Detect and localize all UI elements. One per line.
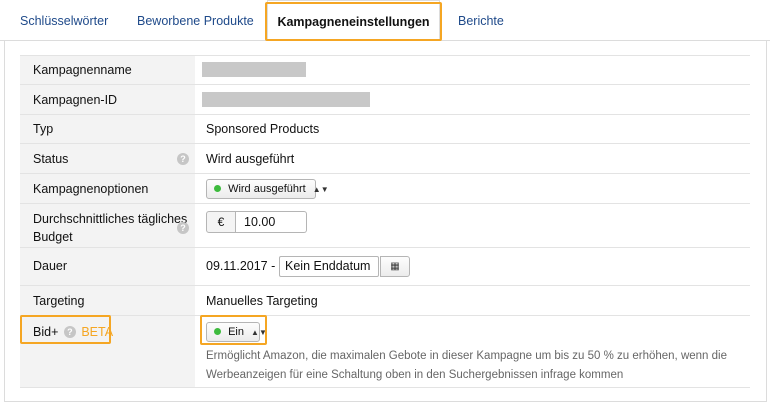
green-dot-icon <box>214 327 221 335</box>
targeting-label: Targeting <box>33 294 85 308</box>
tab-reports[interactable]: Berichte <box>458 0 504 41</box>
row-type: Typ Sponsored Products <box>20 114 750 143</box>
tab-keywords[interactable]: Schlüsselwörter <box>20 0 108 41</box>
campaign-status-select-value: Wird ausgeführt <box>228 183 306 195</box>
table-bottom-border <box>20 387 750 388</box>
currency-prefix: € <box>206 211 236 233</box>
campaign-id-label: Kampagnen-ID <box>33 93 118 107</box>
campaign-status-select[interactable]: Wird ausgeführt ▲▼ <box>206 179 329 199</box>
row-campaign-id: Kampagnen-ID <box>20 84 750 114</box>
calendar-button[interactable]: ▦ <box>380 256 410 277</box>
tab-campaign-settings[interactable]: Kampagneneinstellungen <box>267 0 440 42</box>
campaign-id-redacted <box>202 92 370 107</box>
type-label: Typ <box>33 122 54 136</box>
end-date-input[interactable]: Kein Enddatum <box>279 256 379 277</box>
status-label: Status <box>33 152 69 166</box>
budget-label-line2: Budget <box>33 230 73 244</box>
bid-plus-description-line1: Ermöglicht Amazon, die maximalen Gebote … <box>206 350 727 362</box>
bid-plus-select[interactable]: Ein ▲▼ <box>206 322 267 342</box>
targeting-value: Manuelles Targeting <box>206 294 318 308</box>
bid-plus-description-line2: Werbeanzeigen für eine Schaltung oben in… <box>206 369 624 381</box>
budget-label-line1: Durchschnittliches tägliches <box>33 212 188 226</box>
row-campaign-name: Kampagnenname <box>20 55 750 84</box>
select-arrows-icon: ▲▼ <box>251 328 267 337</box>
daily-budget-input[interactable]: 10.00 <box>236 211 307 233</box>
row-targeting: Targeting Manuelles Targeting <box>20 285 750 315</box>
select-arrows-icon: ▲▼ <box>312 185 329 194</box>
calendar-icon: ▦ <box>390 261 400 272</box>
row-campaign-options: Kampagnenoptionen Wird ausgeführt ▲▼ <box>20 173 750 203</box>
row-status: Status ? Wird ausgeführt <box>20 143 750 173</box>
tab-bar: Schlüsselwörter Beworbene Produkte Kampa… <box>0 0 770 42</box>
bid-plus-label: Bid+ ? BETA <box>33 325 113 339</box>
row-daily-budget: Durchschnittliches tägliches Budget ? € … <box>20 203 750 247</box>
bid-plus-label-text: Bid+ <box>33 325 59 339</box>
row-duration: Dauer 09.11.2017 - Kein Enddatum ▦ <box>20 247 750 285</box>
green-dot-icon <box>214 184 221 192</box>
start-date: 09.11.2017 - <box>206 259 276 273</box>
question-icon[interactable]: ? <box>177 222 189 234</box>
type-value: Sponsored Products <box>206 122 320 136</box>
campaign-name-redacted <box>202 62 306 77</box>
question-icon[interactable]: ? <box>63 325 76 338</box>
campaign-name-label: Kampagnenname <box>33 63 132 77</box>
bid-plus-select-value: Ein <box>228 326 244 338</box>
question-icon[interactable]: ? <box>177 153 189 165</box>
tab-advertised-products[interactable]: Beworbene Produkte <box>137 0 254 41</box>
campaign-options-label: Kampagnenoptionen <box>33 182 149 196</box>
status-value: Wird ausgeführt <box>206 152 295 166</box>
beta-badge: BETA <box>81 325 114 339</box>
duration-label: Dauer <box>33 259 68 273</box>
